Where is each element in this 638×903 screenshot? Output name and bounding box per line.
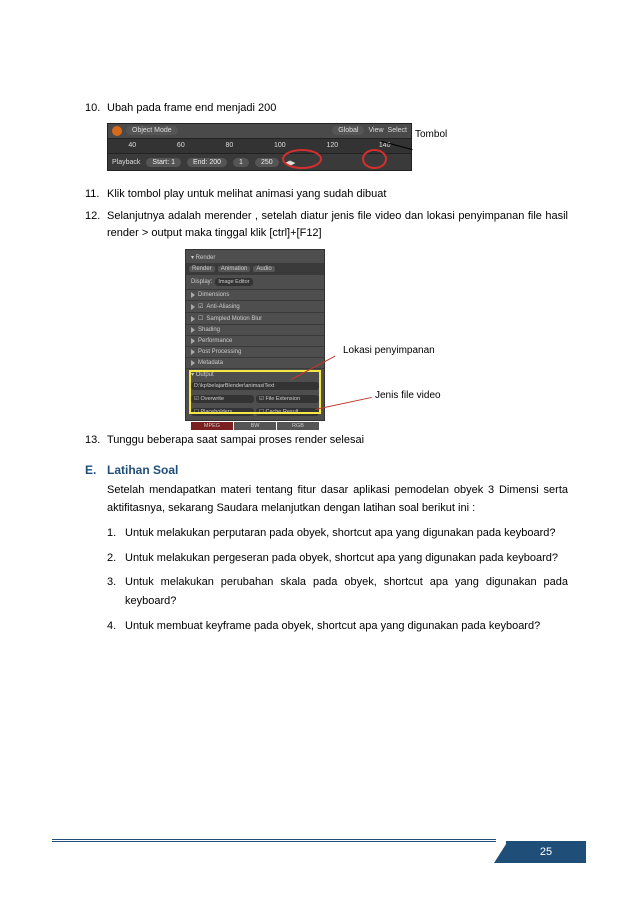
tab-render: Render bbox=[189, 266, 215, 272]
render-top: ▾ Render bbox=[186, 250, 324, 263]
footer-rule bbox=[52, 839, 496, 842]
section-intro: Setelah mendapatkan materi tentang fitur… bbox=[107, 481, 568, 518]
chevron-right-icon bbox=[191, 338, 195, 344]
format-bw: BW bbox=[234, 422, 276, 430]
section-heading: E. Latihan Soal bbox=[85, 463, 568, 477]
render-tabs: Render Animation Audio bbox=[186, 263, 324, 274]
page-number: 25 bbox=[506, 841, 586, 863]
question-number: 1. bbox=[107, 524, 125, 543]
panel-row: Post Processing bbox=[186, 346, 324, 357]
format-rgb: RGB bbox=[277, 422, 319, 430]
panel-row: ☐ Sampled Motion Blur bbox=[186, 312, 324, 324]
start-frame: Start: 1 bbox=[146, 158, 181, 167]
highlight-circle-end bbox=[282, 149, 322, 169]
highlight-circle-play bbox=[362, 149, 387, 169]
question-text: Untuk melakukan perputaran pada obyek, s… bbox=[125, 524, 568, 543]
step-13: 13. Tunggu beberapa saat sampai proses r… bbox=[85, 432, 568, 449]
question-3: 3. Untuk melakukan perubahan skala pada … bbox=[107, 573, 568, 610]
orientation-dropdown: Global bbox=[332, 126, 364, 135]
tab-audio: Audio bbox=[253, 266, 274, 272]
tick: 40 bbox=[128, 142, 136, 149]
end-frame: End: 200 bbox=[187, 158, 227, 167]
format-row: MPEG BW RGB bbox=[191, 422, 319, 430]
panel-row: ☑ Anti-Aliasing bbox=[186, 300, 324, 312]
select-label: Select bbox=[388, 127, 407, 134]
panel-row: Dimensions bbox=[186, 289, 324, 300]
tick: 60 bbox=[177, 142, 185, 149]
question-text: Untuk membuat keyframe pada obyek, short… bbox=[125, 617, 568, 636]
current-frame: 1 bbox=[233, 158, 249, 167]
view-label: View bbox=[368, 127, 383, 134]
step-number: 11. bbox=[85, 186, 107, 203]
question-number: 3. bbox=[107, 573, 125, 610]
format-mpeg: MPEG bbox=[191, 422, 233, 430]
step-number: 10. bbox=[85, 100, 107, 117]
step-text: Klik tombol play untuk melihat animasi y… bbox=[107, 186, 568, 203]
step-11: 11. Klik tombol play untuk melihat anima… bbox=[85, 186, 568, 203]
step-text: Ubah pada frame end menjadi 200 bbox=[107, 100, 568, 117]
step-10: 10. Ubah pada frame end menjadi 200 bbox=[85, 100, 568, 117]
panel-row: Shading bbox=[186, 324, 324, 335]
tick: 80 bbox=[225, 142, 233, 149]
chevron-right-icon bbox=[191, 316, 195, 322]
timeline-header: Object Mode Global View Select bbox=[108, 124, 411, 138]
chevron-right-icon bbox=[191, 349, 195, 355]
tab-animation: Animation bbox=[218, 266, 251, 272]
tick: 120 bbox=[326, 142, 338, 149]
step-text: Tunggu beberapa saat sampai proses rende… bbox=[107, 432, 568, 449]
chevron-right-icon bbox=[191, 292, 195, 298]
panel-row: Performance bbox=[186, 335, 324, 346]
chevron-right-icon bbox=[191, 360, 195, 366]
page-content: 10. Ubah pada frame end menjadi 200 Obje… bbox=[0, 0, 638, 691]
question-number: 4. bbox=[107, 617, 125, 636]
display-row: Display: Image Editor bbox=[186, 274, 324, 289]
question-2: 2. Untuk melakukan pergeseran pada obyek… bbox=[107, 549, 568, 568]
highlight-output-box bbox=[189, 370, 321, 414]
render-panel: ▾ Render Render Animation Audio Display:… bbox=[185, 249, 325, 421]
question-1: 1. Untuk melakukan perputaran pada obyek… bbox=[107, 524, 568, 543]
tick: 100 bbox=[274, 142, 286, 149]
annotation-lokasi: Lokasi penyimpanan bbox=[343, 344, 435, 357]
page-footer: 25 bbox=[52, 839, 586, 863]
playback-label: Playback bbox=[112, 159, 140, 166]
annotation-jenis: Jenis file video bbox=[375, 389, 441, 402]
question-number: 2. bbox=[107, 549, 125, 568]
timeline-figure: Object Mode Global View Select 40 60 80 … bbox=[107, 123, 527, 178]
mode-dropdown: Object Mode bbox=[126, 126, 178, 135]
record-icon bbox=[112, 126, 122, 136]
annotation-tombol: Tombol bbox=[415, 129, 447, 140]
section-title: Latihan Soal bbox=[107, 463, 178, 477]
chevron-right-icon bbox=[191, 327, 195, 333]
question-text: Untuk melakukan pergeseran pada obyek, s… bbox=[125, 549, 568, 568]
step-number: 13. bbox=[85, 432, 107, 449]
question-text: Untuk melakukan perubahan skala pada oby… bbox=[125, 573, 568, 610]
question-4: 4. Untuk membuat keyframe pada obyek, sh… bbox=[107, 617, 568, 636]
render-figure: ▾ Render Render Animation Audio Display:… bbox=[185, 249, 535, 424]
step-text: Selanjutnya adalah merender , setelah di… bbox=[107, 208, 568, 241]
last-frame: 250 bbox=[255, 158, 279, 167]
display-value: Image Editor bbox=[215, 278, 252, 286]
section-letter: E. bbox=[85, 463, 107, 477]
step-number: 12. bbox=[85, 208, 107, 241]
chevron-right-icon bbox=[191, 304, 195, 310]
panel-row: Metadata bbox=[186, 357, 324, 368]
step-12: 12. Selanjutnya adalah merender , setela… bbox=[85, 208, 568, 241]
